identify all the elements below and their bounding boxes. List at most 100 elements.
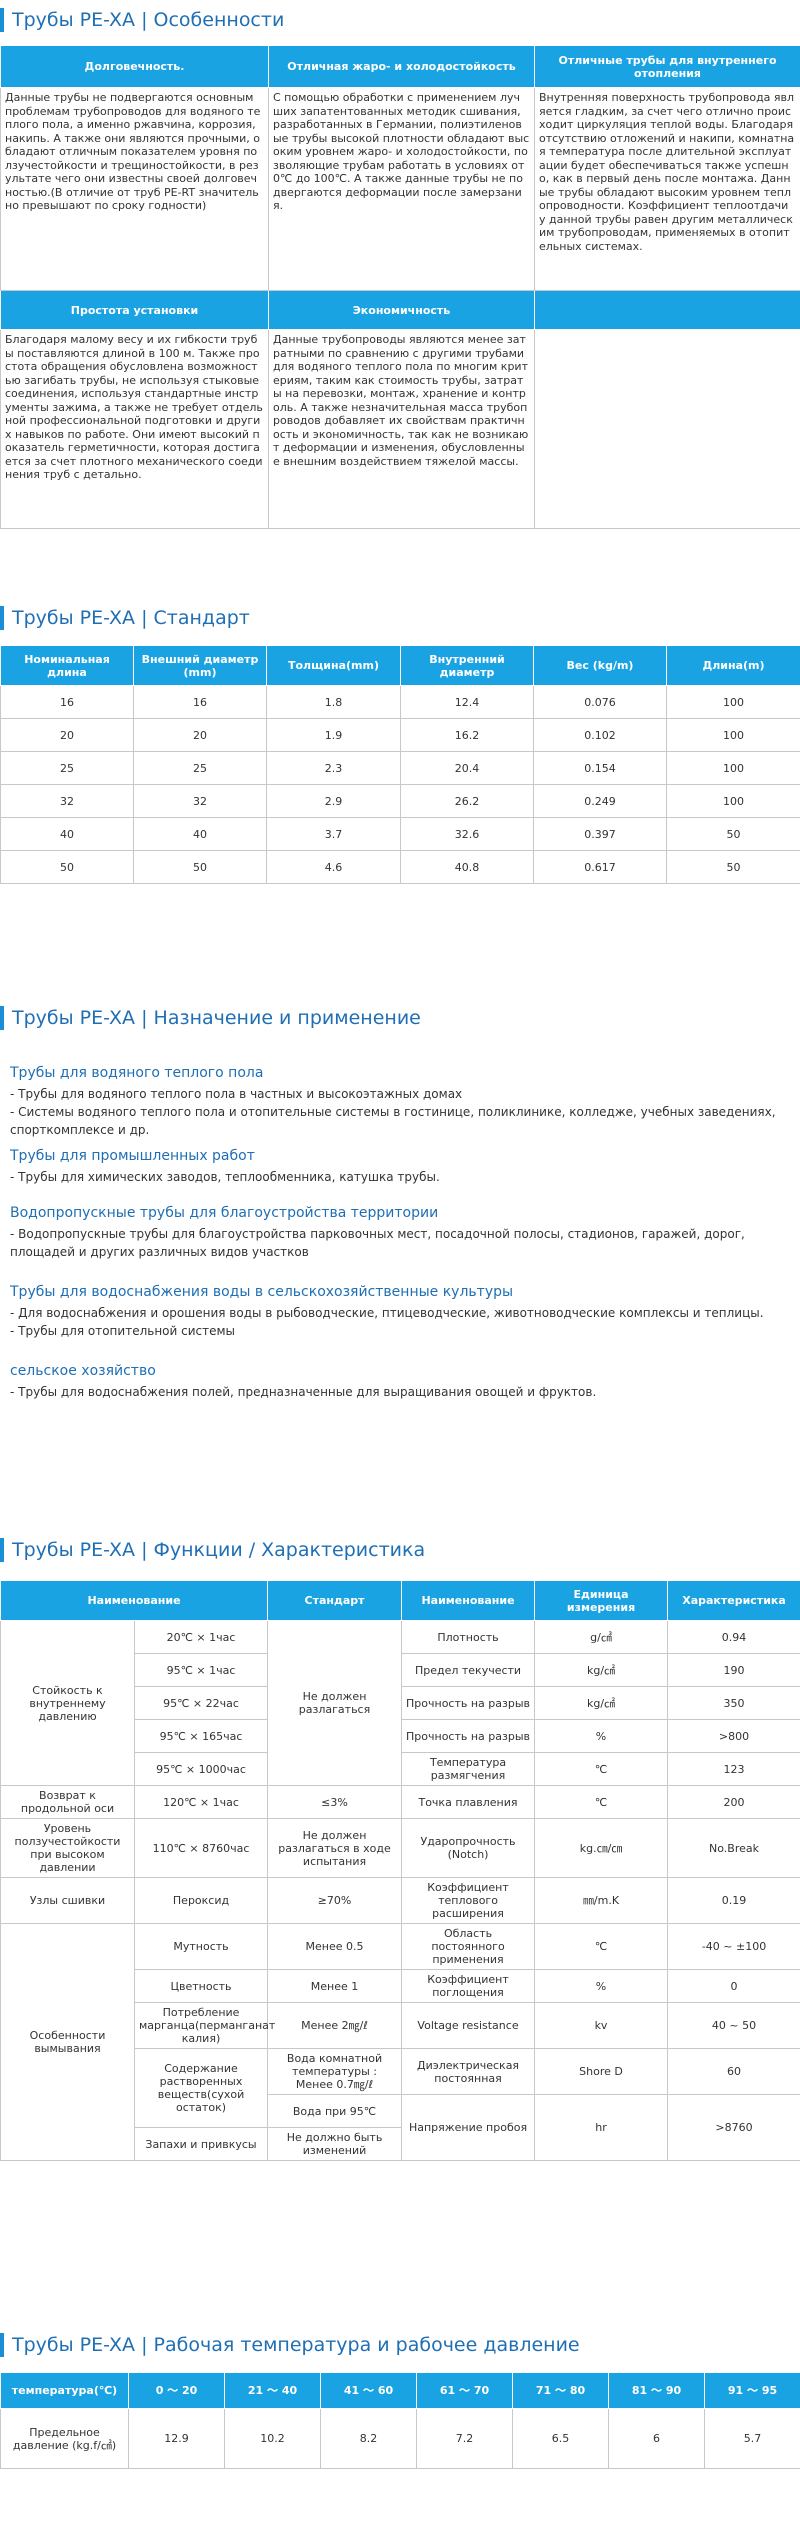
header-name: Наименование (0, 1580, 269, 1621)
cell-condition: 110℃ × 8760час (133, 1818, 269, 1878)
table-cell: 0.076 (533, 685, 667, 719)
header-length: Длина(m) (666, 645, 800, 686)
header-standard: Стандарт (267, 1580, 403, 1621)
cell-value: 123 (667, 1752, 800, 1786)
standard-table: Номинальная длина Внешний диаметр (mm) Т… (0, 645, 800, 884)
title-bar (0, 2333, 4, 2357)
cell-value: 40 ~ 50 (667, 2002, 800, 2049)
cell-condition: Потребление марганца(перманганат калия) (133, 2002, 275, 2049)
group-pressure-resistance: Стойкость к внутреннему давлению (0, 1620, 135, 1786)
title-bar (0, 1538, 4, 1562)
table-cell: 25 (0, 751, 134, 785)
header-installation: Простота установки (0, 290, 269, 330)
header-characteristic: Характеристика (667, 1580, 800, 1621)
table-cell: 32 (0, 784, 134, 818)
table-cell: 40.8 (400, 850, 534, 884)
title-bar (0, 1006, 4, 1030)
header-heating: Отличные трубы для внутреннего отопления (534, 45, 800, 88)
header-temp-range: 41 ～ 60 (320, 2372, 417, 2409)
title-bar (0, 606, 4, 630)
cell-standard: Не должно быть изменений (267, 2127, 403, 2161)
cell-prop: Коэффициент поглощения (401, 1969, 536, 2003)
table-cell: 32.6 (400, 817, 534, 851)
table-cell: 100 (666, 751, 800, 785)
table-cell: 40 (133, 817, 267, 851)
cell-value: 60 (667, 2048, 800, 2095)
header-temp-range: 81 ～ 90 (608, 2372, 705, 2409)
table-cell: 25 (133, 751, 267, 785)
cell-value: No.Break (667, 1818, 800, 1878)
usage-group: Водопропускные трубы для благоустройства… (10, 1205, 790, 1261)
cell-value: >8760 (667, 2094, 800, 2161)
header-name-2: Наименование (401, 1580, 536, 1621)
pressure-value: 7.2 (416, 2408, 513, 2469)
cell-unit: g/㎤ (534, 1620, 669, 1654)
cell-condition: 20℃ × 1час (133, 1620, 269, 1654)
cell-value: 0 (667, 1969, 800, 2003)
cell-unit: hr (534, 2094, 669, 2161)
cell-heating: Внутренняя поверхность трубопровода явля… (534, 87, 800, 291)
section-title-text: Трубы PE-XA | Назначение и применение (12, 1007, 421, 1029)
cell-unit: Shore D (534, 2048, 669, 2095)
cell-prop: Прочность на разрыв (401, 1686, 536, 1720)
section-title-characteristics: Трубы PE-XA | Функции / Характеристика (0, 1535, 800, 1565)
section-title-pressure: Трубы PE-XA | Рабочая температура и рабо… (0, 2330, 800, 2360)
usage-line: - Трубы для водяного теплого пола в част… (10, 1087, 463, 1101)
table-row: 25 25 2.3 20.4 0.154 100 (0, 751, 800, 785)
cell-value: 0.19 (667, 1877, 800, 1924)
cell-condition: Запахи и привкусы (133, 2127, 269, 2161)
cell-prop: Коэффициент теплового расширения (401, 1877, 536, 1924)
pressure-value: 6 (608, 2408, 705, 2469)
usage-heading: Водопропускные трубы для благоустройства… (10, 1205, 439, 1221)
table-cell: 2.9 (266, 784, 401, 818)
cell-installation: Благодаря малому весу и их гибкости труб… (0, 329, 269, 529)
cell-economy: Данные трубопроводы являются менее затра… (268, 329, 535, 529)
cell-prop: Предел текучести (401, 1653, 536, 1687)
header-temp-range: 21 ～ 40 (224, 2372, 321, 2409)
cell-prop: Прочность на разрыв (401, 1719, 536, 1753)
cell-unit: kv (534, 2002, 669, 2049)
cell-prop: Диэлектрическая постоянная (401, 2048, 536, 2095)
cell-value: 200 (667, 1785, 800, 1819)
table-row: 16 16 1.8 12.4 0.076 100 (0, 685, 800, 719)
cell-standard: Менее 2㎎/ℓ (267, 2002, 403, 2049)
cell-prop: Точка плавления (401, 1785, 536, 1819)
cell-condition: Мутность (133, 1923, 269, 1970)
header-economy: Экономичность (268, 290, 535, 330)
header-unit: Единица измерения (534, 1580, 669, 1621)
table-cell: 50 (133, 850, 267, 884)
header-temp-range: 91 ～ 95 (704, 2372, 800, 2409)
cell-value: 0.94 (667, 1620, 800, 1654)
header-thickness: Толщина(mm) (266, 645, 401, 686)
header-empty (534, 290, 800, 330)
cell-unit: % (534, 1719, 669, 1753)
cell-standard: Вода при 95℃ (267, 2094, 403, 2128)
cell-value: -40 ~ ±100 (667, 1923, 800, 1970)
cell-standard: Не должен разлагаться в ходе испытания (267, 1818, 403, 1878)
table-cell: 32 (133, 784, 267, 818)
section-title-text: Трубы PE-XA | Особенности (12, 9, 285, 31)
cell-group: Уровень ползучестойкости при высоком дав… (0, 1818, 135, 1878)
usage-line: - Трубы для отопительной системы (10, 1324, 236, 1338)
section-title-features: Трубы PE-XA | Особенности (0, 5, 800, 35)
header-inner-diameter: Внутренний диаметр (400, 645, 534, 686)
header-weight: Вес (kg/m) (533, 645, 667, 686)
usage-group: сельское хозяйство - Трубы для водоснабже… (10, 1363, 790, 1401)
cell-prop: Ударопрочность (Notch) (401, 1818, 536, 1878)
section-title-standard: Трубы PE-XA | Стандарт (0, 603, 800, 633)
cell-value: 350 (667, 1686, 800, 1720)
header-temp-range: 71 ～ 80 (512, 2372, 609, 2409)
header-temp-range: 61 ～ 70 (416, 2372, 513, 2409)
cell-condition: 95℃ × 22час (133, 1686, 269, 1720)
cell-group: Узлы сшивки (0, 1877, 135, 1924)
cell-standard: ≤3% (267, 1785, 403, 1819)
row-label-pressure: Предельное давление (kg.f/㎠) (0, 2408, 129, 2469)
cell-prop: Напряжение пробоя (401, 2094, 536, 2161)
table-row: 32 32 2.9 26.2 0.249 100 (0, 784, 800, 818)
cell-prop: Плотность (401, 1620, 536, 1654)
cell-standard: Не должен разлагаться (267, 1620, 403, 1786)
usage-line: - Системы водяного теплого пола и отопит… (10, 1105, 776, 1137)
cell-unit: kg/㎠ (534, 1686, 669, 1720)
cell-condition: 95℃ × 1час (133, 1653, 269, 1687)
table-cell: 0.102 (533, 718, 667, 752)
